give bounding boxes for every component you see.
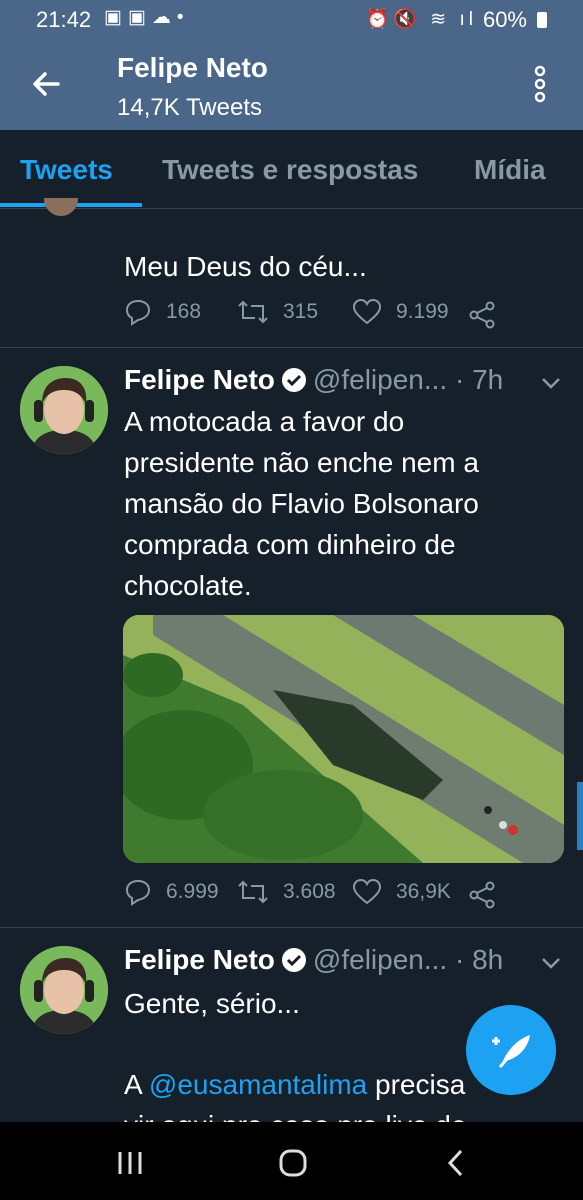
retweet-count: 3.608 bbox=[283, 880, 336, 903]
avatar[interactable] bbox=[20, 946, 108, 1034]
author-name[interactable]: Felipe Neto bbox=[124, 364, 275, 395]
like-button[interactable]: 36,9K bbox=[352, 878, 451, 906]
like-button[interactable]: 9.199 bbox=[352, 298, 449, 326]
status-bar: 21:42 ▣▣☁• ⏰🔇 ≋ ıl 60% bbox=[0, 0, 583, 38]
tweet-line: A @eusamantalima precisa bbox=[124, 1064, 465, 1105]
header-tweet-count: 14,7K Tweets bbox=[117, 94, 262, 121]
share-icon[interactable] bbox=[468, 881, 496, 909]
tweet-header: Felipe Neto @felipen... · 8h bbox=[124, 944, 503, 977]
aerial-highway-photo bbox=[123, 615, 564, 863]
scrollbar[interactable] bbox=[577, 782, 583, 850]
divider bbox=[0, 927, 583, 928]
status-time: 21:42 bbox=[36, 7, 92, 32]
like-icon bbox=[352, 878, 382, 905]
compose-tweet-button[interactable] bbox=[466, 1005, 556, 1095]
retweet-count: 315 bbox=[283, 300, 319, 323]
tweet-image[interactable] bbox=[123, 615, 564, 863]
like-icon bbox=[352, 298, 382, 325]
reply-icon bbox=[125, 299, 151, 326]
notification-icons: ▣▣☁• bbox=[104, 7, 190, 28]
author-handle[interactable]: @felipen... bbox=[313, 944, 447, 975]
home-icon[interactable] bbox=[278, 1148, 308, 1178]
share-icon[interactable] bbox=[468, 301, 496, 329]
battery-icon bbox=[537, 12, 547, 28]
author-handle[interactable]: @felipen... bbox=[313, 364, 447, 395]
tweet-actions: 6.999 3.608 36,9K bbox=[124, 878, 504, 914]
battery-level: 60% bbox=[482, 7, 527, 32]
tweet-line: comprada com dinheiro de bbox=[124, 529, 456, 560]
retweet-icon bbox=[238, 300, 268, 324]
recent-apps-icon[interactable] bbox=[116, 1150, 144, 1176]
compose-icon bbox=[492, 1035, 530, 1068]
avatar[interactable] bbox=[44, 198, 78, 216]
author-name[interactable]: Felipe Neto bbox=[124, 944, 275, 975]
tweet-line: Gente, sério... bbox=[124, 988, 300, 1019]
tweet-actions: 168 315 9.199 bbox=[124, 298, 504, 334]
retweet-icon bbox=[238, 880, 268, 904]
tweet-line: presidente não enche nem a bbox=[124, 447, 479, 478]
avatar[interactable] bbox=[20, 366, 108, 454]
more-vertical-icon[interactable] bbox=[526, 64, 554, 104]
tweet-text: A motocada a favor do presidente não enc… bbox=[124, 401, 479, 606]
reply-count: 6.999 bbox=[166, 880, 219, 903]
tab-tweets[interactable]: Tweets bbox=[20, 154, 113, 186]
tweet-text-fragment: precisa bbox=[367, 1069, 466, 1100]
tweet-line: chocolate. bbox=[124, 570, 252, 601]
profile-photo bbox=[20, 946, 108, 1034]
tweet-header: Felipe Neto @felipen... · 7h bbox=[124, 364, 503, 397]
profile-photo bbox=[20, 366, 108, 454]
tweet-time: · 8h bbox=[454, 944, 504, 975]
chevron-down-icon[interactable] bbox=[540, 952, 562, 974]
back-icon[interactable] bbox=[446, 1148, 466, 1178]
like-count: 9.199 bbox=[396, 300, 449, 323]
reply-button[interactable]: 6.999 bbox=[124, 878, 219, 906]
reply-count: 168 bbox=[166, 300, 202, 323]
chevron-down-icon[interactable] bbox=[540, 372, 562, 394]
system-navigation-bar bbox=[0, 1122, 583, 1200]
verified-icon bbox=[281, 367, 306, 392]
tweet-time: · 7h bbox=[454, 364, 504, 395]
back-arrow-icon[interactable] bbox=[28, 66, 64, 102]
tweet-line: mansão do Flavio Bolsonaro bbox=[124, 488, 479, 519]
verified-icon bbox=[281, 947, 306, 972]
retweet-button[interactable]: 315 bbox=[237, 298, 318, 326]
tab-media[interactable]: Mídia bbox=[474, 154, 546, 186]
profile-tabs: Tweets Tweets e respostas Mídia bbox=[0, 130, 583, 209]
profile-header: Felipe Neto 14,7K Tweets bbox=[0, 38, 583, 130]
system-icons: ⏰🔇 ≋ ıl bbox=[365, 9, 477, 30]
reply-button[interactable]: 168 bbox=[124, 298, 201, 326]
mention-link[interactable]: @eusamantalima bbox=[149, 1069, 367, 1100]
tweet-text: Meu Deus do céu... bbox=[124, 251, 367, 282]
tab-tweets-replies[interactable]: Tweets e respostas bbox=[162, 154, 418, 186]
divider bbox=[0, 347, 583, 348]
header-title: Felipe Neto bbox=[117, 52, 268, 83]
tweet-line: A motocada a favor do bbox=[124, 406, 405, 437]
tweet-text-fragment: A bbox=[124, 1069, 149, 1100]
like-count: 36,9K bbox=[396, 880, 451, 903]
reply-icon bbox=[125, 879, 151, 906]
retweet-button[interactable]: 3.608 bbox=[237, 878, 336, 906]
